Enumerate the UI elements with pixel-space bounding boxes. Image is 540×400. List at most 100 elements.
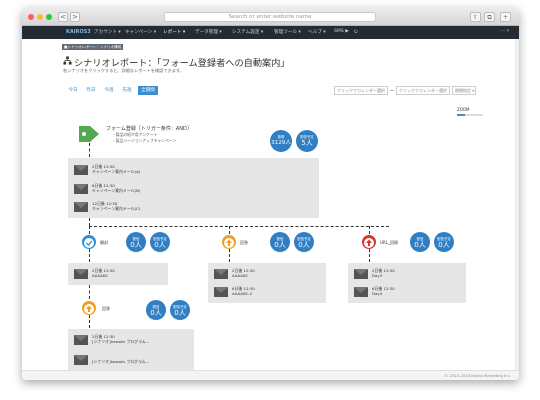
mail-schedule: 6日後 12:30 Day4 — [372, 286, 395, 296]
delivered-value: 0人 — [414, 241, 426, 249]
trigger-condition: ・製品バージョンアップキャンペーン — [112, 138, 177, 143]
scheduled-value: 0人 — [174, 309, 186, 317]
nav-item-tools[interactable]: 管理ツール ▾ — [274, 29, 301, 35]
address-bar[interactable]: Search or enter website name — [164, 12, 376, 22]
registered-value: 3129人 — [271, 140, 291, 146]
zoom-slider-fill — [457, 114, 465, 116]
delivered-value: 0人 — [274, 241, 286, 249]
page-footer: © 2015-2018 Kairos Marketing Inc. — [22, 370, 519, 380]
scheduled-count-badge[interactable]: 配信予定 0人 — [434, 232, 454, 252]
start-date-picker[interactable]: クリックでカレンダー選択 — [334, 86, 388, 95]
mail-icon — [354, 269, 368, 279]
period-button[interactable]: 期間指定 ▾ — [452, 86, 476, 95]
flow-connector — [89, 249, 90, 262]
tab-today[interactable]: 今日 — [66, 86, 80, 95]
flow-connector — [369, 249, 370, 262]
zoom-slider[interactable] — [457, 114, 483, 116]
scheduled-count-badge[interactable]: 配信予定 5人 — [296, 130, 318, 152]
date-range-separator: 〜 — [390, 88, 394, 93]
breadcrumb: ■シナリオレポート｜シナリオ構成 — [62, 44, 124, 50]
up-arrow-icon[interactable] — [362, 235, 376, 249]
vertical-scrollbar[interactable] — [515, 39, 519, 370]
scheduled-count-badge[interactable]: 配信予定 0人 — [150, 232, 170, 252]
browser-window: < > Search or enter website name ⇧ ⧉ + K… — [22, 8, 519, 380]
delivered-value: 0人 — [150, 309, 162, 317]
nav-item-campaign[interactable]: キャンペーン ▾ — [125, 29, 156, 35]
delivered-count-badge[interactable]: 配信 0人 — [146, 300, 166, 320]
copyright-text: © 2015-2018 Kairos Marketing Inc. — [444, 373, 511, 378]
flow-connector — [229, 249, 230, 262]
page-title: シナリオレポート：「フォーム登録者への自動案内」 — [74, 58, 290, 69]
minimize-window-button[interactable] — [37, 14, 43, 20]
page-subtitle: 各シナリオをクリックすると、詳細なレポートを確認できます。 — [63, 68, 184, 73]
tabs-button[interactable]: ⧉ — [484, 12, 495, 22]
mail-schedule: 6日後 12:30 AAAABC-2 — [232, 286, 255, 296]
up-arrow-icon[interactable] — [82, 301, 96, 315]
mail-schedule: 12日後 12:30 キャンペーン案内メール(C) — [92, 201, 141, 211]
branch-mail-panel: 2日後 12:30 Day3 6日後 12:30 Day4 — [348, 263, 466, 303]
main-mail-panel: 2日後 12:30 キャンペーン案内メール(A) 6日後 12:30 キャンペーン案… — [68, 158, 319, 218]
forward-button[interactable]: > — [70, 12, 80, 22]
tag-icon — [79, 126, 99, 142]
branch-mail-panel: 2日後 12:30 [シナリオ]hawaiis プログラム... [シナリオ]ha… — [68, 329, 194, 370]
flow-connector — [89, 315, 90, 328]
mail-icon — [74, 202, 88, 212]
mail-icon — [74, 355, 88, 365]
flow-connector — [229, 226, 230, 234]
mail-schedule: [シナリオ]hawaiis プログラム... — [92, 359, 150, 364]
share-button[interactable]: ⇧ — [470, 12, 481, 22]
delivered-count-badge[interactable]: 配信 0人 — [410, 232, 430, 252]
delivered-count-badge[interactable]: 配信 0人 — [270, 232, 290, 252]
user-menu[interactable]: — ▾ — [501, 29, 509, 34]
scheduled-value: 0人 — [438, 241, 450, 249]
flow-connector — [369, 226, 370, 234]
new-tab-button[interactable]: + — [500, 12, 511, 22]
scheduled-value: 0人 — [298, 241, 310, 249]
zoom-window-button[interactable] — [46, 14, 52, 20]
power-icon[interactable]: ⏻ — [354, 29, 358, 35]
flow-connector — [89, 226, 389, 227]
end-date-picker[interactable]: クリックでカレンダー選択 — [396, 86, 450, 95]
app-logo[interactable]: KAIROS3 — [66, 29, 91, 35]
up-arrow-icon[interactable] — [222, 235, 236, 249]
mail-schedule: 2日後 12:30 [シナリオ]hawaiis プログラム... — [92, 334, 150, 344]
back-button[interactable]: < — [58, 12, 68, 22]
trigger-title: フォーム登録［トリガー条件：AND］ — [106, 126, 192, 132]
flow-connector — [89, 226, 90, 234]
nav-item-data[interactable]: データ管理 ▾ — [195, 29, 222, 35]
nav-item-sms[interactable]: SMS ▶ — [334, 29, 349, 34]
branch-mail-panel: 2日後 12:30 AAAABC — [68, 263, 168, 285]
main-content: ■シナリオレポート｜シナリオ構成 シナリオレポート：「フォーム登録者への自動案内… — [22, 39, 519, 370]
registered-count-badge[interactable]: 登録 3129人 — [270, 130, 292, 152]
tab-yesterday[interactable]: 昨日 — [84, 86, 98, 95]
mail-icon — [74, 184, 88, 194]
flow-connector — [89, 218, 90, 226]
scenario-tree-icon — [63, 56, 72, 65]
mail-icon — [74, 165, 88, 175]
tab-last-week[interactable]: 先週 — [120, 86, 134, 95]
close-window-button[interactable] — [28, 14, 34, 20]
nav-item-help[interactable]: ヘルプ ▾ — [308, 29, 326, 35]
nav-item-report[interactable]: レポート ▾ — [163, 29, 185, 35]
mail-icon — [74, 335, 88, 345]
scheduled-count-badge[interactable]: 配信予定 0人 — [294, 232, 314, 252]
delivered-count-badge[interactable]: 配信 0人 — [126, 232, 146, 252]
nav-item-account[interactable]: アカウント ▾ — [94, 29, 121, 35]
scheduled-value: 5人 — [301, 139, 313, 147]
delivered-value: 0人 — [130, 241, 142, 249]
tab-all-period[interactable]: 全期間 — [138, 86, 158, 95]
scheduled-count-badge[interactable]: 配信予定 0人 — [170, 300, 190, 320]
mail-schedule: 2日後 12:30 Day3 — [372, 268, 395, 278]
nav-item-settings[interactable]: システム設定 ▾ — [232, 29, 263, 35]
app-top-nav: KAIROS3 アカウント ▾ キャンペーン ▾ レポート ▾ データ管理 ▾ … — [22, 26, 519, 39]
branch-label: 回答 — [240, 240, 248, 245]
mail-schedule: 2日後 12:30 AAAABC — [92, 268, 115, 278]
tab-this-week[interactable]: 今週 — [102, 86, 116, 95]
branch-label: 回答 — [102, 306, 110, 311]
zoom-label: ZOOM — [457, 107, 470, 112]
mail-icon — [214, 269, 228, 279]
mail-schedule: 2日後 12:30 AAAABC — [232, 268, 255, 278]
branch-label: URL_回帰 — [380, 240, 398, 245]
check-icon[interactable] — [82, 235, 96, 249]
mail-icon — [354, 287, 368, 297]
